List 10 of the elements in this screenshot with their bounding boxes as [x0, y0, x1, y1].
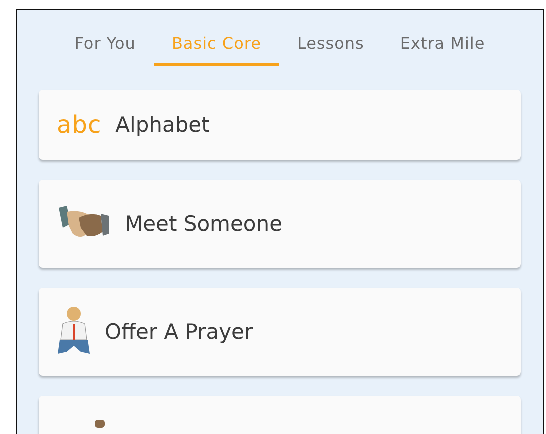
tab[interactable]: Lessons — [279, 30, 382, 66]
lesson-card[interactable]: Offer A Prayer — [39, 288, 521, 376]
tab[interactable]: For You — [56, 30, 154, 66]
tab[interactable]: Extra Mile — [382, 30, 504, 66]
card-title: Offer A Prayer — [105, 320, 254, 344]
lesson-card[interactable]: Meet Someone — [39, 180, 521, 268]
card-title: Alphabet — [116, 113, 210, 137]
abc-icon: abc — [57, 111, 102, 139]
card-title: Meet Someone — [125, 212, 282, 236]
lesson-card[interactable]: abc Alphabet — [39, 90, 521, 160]
